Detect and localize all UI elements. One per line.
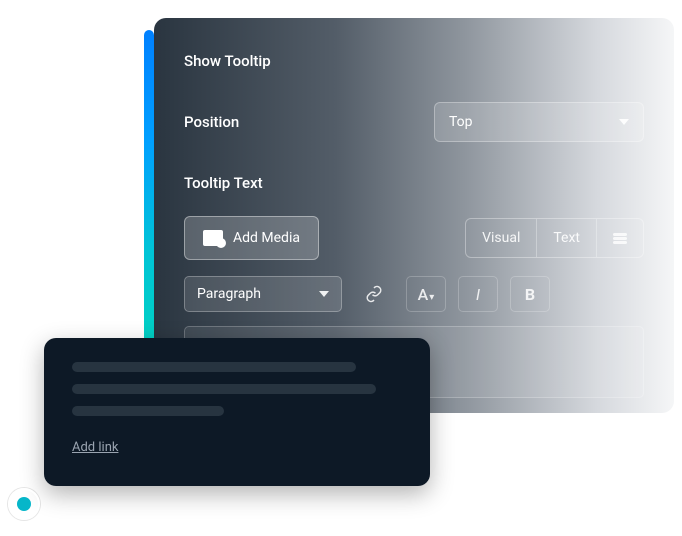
skeleton-line	[72, 406, 224, 416]
link-icon	[365, 285, 383, 303]
position-value: Top	[449, 114, 473, 130]
font-size-button[interactable]: A ▾	[406, 276, 446, 312]
tooltip-text-row: Tooltip Text	[184, 164, 644, 202]
font-size-icon: A ▾	[418, 285, 435, 304]
add-link-button[interactable]: Add link	[72, 440, 118, 455]
editor-tabs: Visual Text	[465, 218, 644, 258]
skeleton-line	[72, 384, 376, 394]
chevron-down-icon	[319, 291, 329, 297]
link-button[interactable]	[354, 276, 394, 312]
format-select[interactable]: Paragraph	[184, 276, 342, 312]
position-row: Position Top	[184, 102, 644, 142]
position-label: Position	[184, 113, 239, 131]
tour-beacon[interactable]	[8, 488, 40, 520]
image-icon	[203, 230, 223, 246]
show-tooltip-label: Show Tooltip	[184, 52, 271, 70]
tab-visual[interactable]: Visual	[466, 219, 537, 257]
italic-button[interactable]: I	[458, 276, 498, 312]
show-tooltip-row: Show Tooltip	[184, 42, 644, 80]
bold-button[interactable]: B	[510, 276, 550, 312]
tab-data[interactable]	[597, 219, 643, 257]
preview-card: Add link	[44, 338, 430, 486]
tab-text[interactable]: Text	[537, 219, 597, 257]
editor-toolbar: Paragraph A ▾ I B	[184, 276, 644, 312]
media-and-tabs-row: Add Media Visual Text	[184, 216, 644, 260]
skeleton-line	[72, 362, 356, 372]
position-select[interactable]: Top	[434, 102, 644, 142]
tooltip-text-label: Tooltip Text	[184, 174, 263, 192]
database-icon	[613, 233, 627, 244]
add-media-label: Add Media	[233, 230, 300, 246]
beacon-dot-icon	[17, 497, 31, 511]
chevron-down-icon	[619, 119, 629, 125]
add-media-button[interactable]: Add Media	[184, 216, 319, 260]
